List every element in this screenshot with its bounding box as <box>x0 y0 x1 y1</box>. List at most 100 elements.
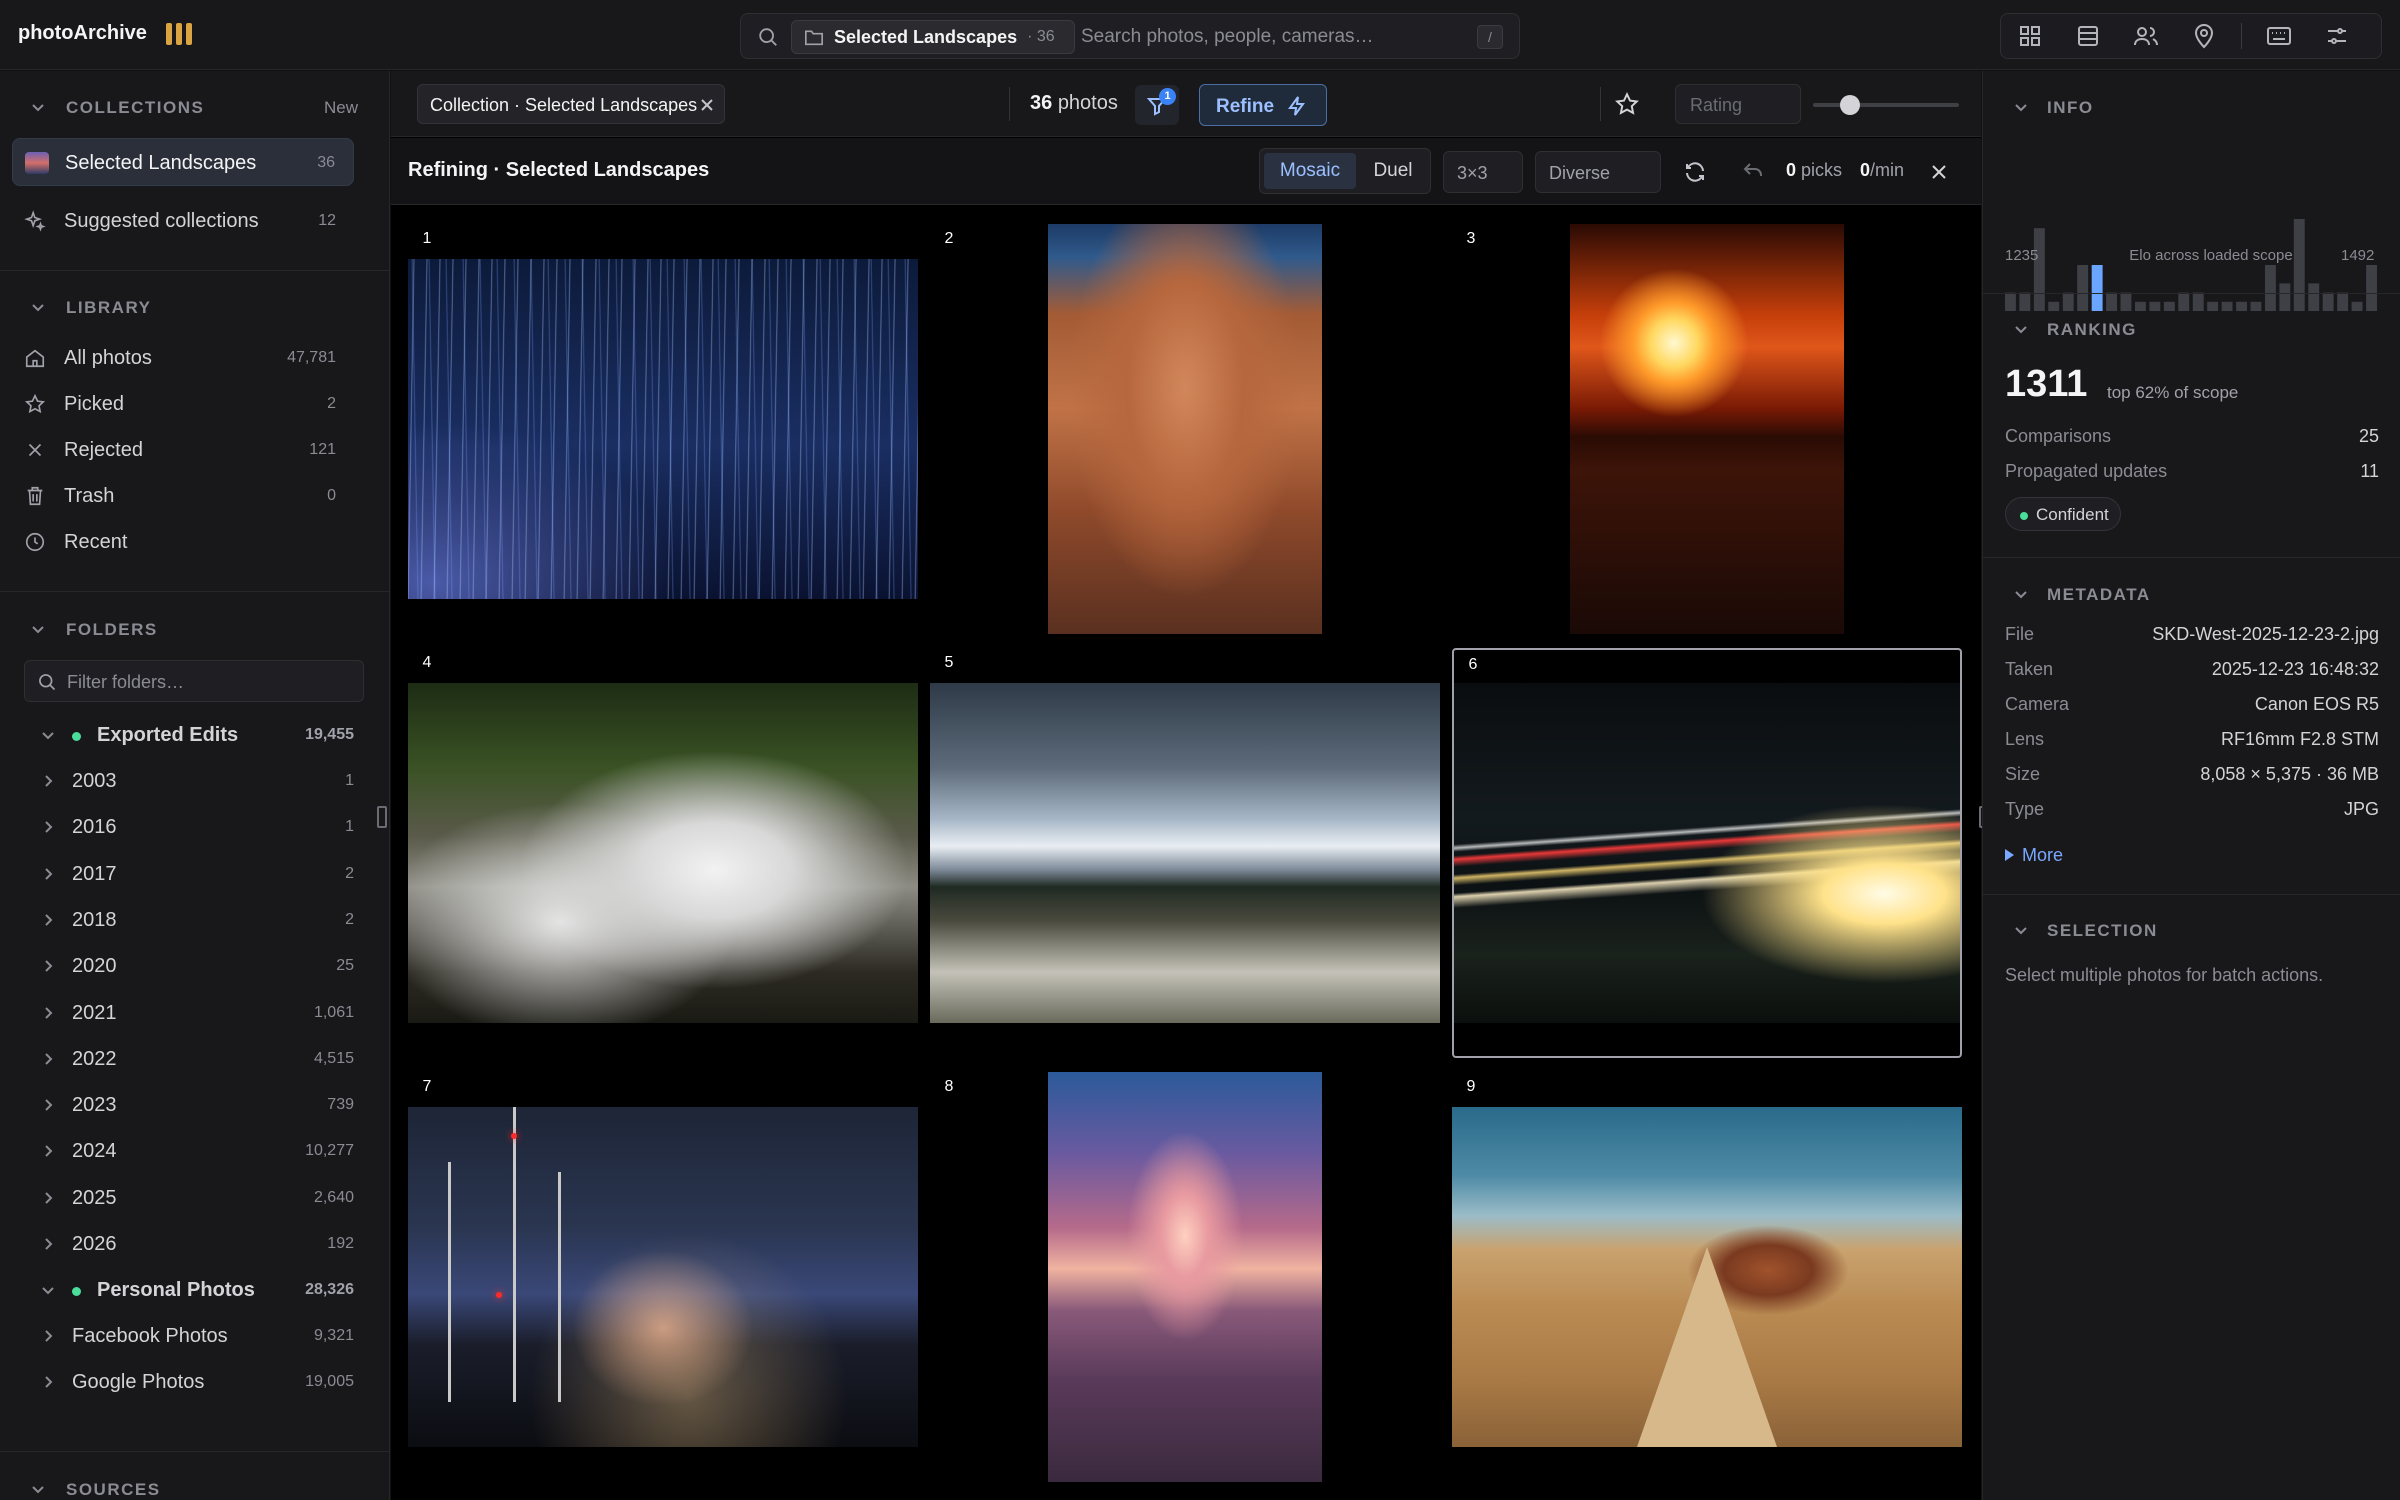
grid-size-select[interactable]: 3×3 <box>1443 151 1523 193</box>
mosaic-tile[interactable]: 4 <box>408 648 918 1058</box>
keyboard-shortcuts-button[interactable] <box>2250 14 2308 58</box>
library-item-picked[interactable]: Picked 2 <box>12 380 354 428</box>
metadata-section-header[interactable]: METADATA <box>1983 574 2400 614</box>
ranking-section-header[interactable]: RANKING <box>1983 309 2400 349</box>
photo-light-trails[interactable] <box>1454 683 1960 1023</box>
mosaic-tile-selected[interactable]: 6 <box>1452 648 1962 1058</box>
folder-group-label: Exported Edits <box>97 724 239 746</box>
folder-item[interactable]: 2017 2 <box>0 854 380 894</box>
info-section-header[interactable]: INFO <box>1983 87 2400 127</box>
photo-waterfall[interactable] <box>408 683 918 1023</box>
suggested-collections-item[interactable]: Suggested collections 12 <box>12 197 354 245</box>
folder-item[interactable]: 2003 1 <box>0 761 380 801</box>
search-input[interactable] <box>1081 20 1461 54</box>
rate-label: /min <box>1870 160 1905 180</box>
library-item-recent[interactable]: Recent <box>12 518 354 566</box>
mosaic-tile[interactable]: 8 <box>930 1072 1440 1482</box>
settings-button[interactable] <box>2308 14 2366 58</box>
folders-title: FOLDERS <box>66 620 158 639</box>
photo-radio-towers[interactable] <box>408 1107 918 1447</box>
rating-placeholder: Rating <box>1690 95 1743 115</box>
folders-section-header[interactable]: FOLDERS <box>0 609 389 649</box>
metadata-value: 8,058 × 5,375 · 36 MB <box>2200 764 2379 784</box>
collection-label: Selected Landscapes <box>65 152 257 174</box>
photo-sandstone-cliff[interactable] <box>1048 224 1322 634</box>
mode-mosaic-button[interactable]: Mosaic <box>1264 153 1356 189</box>
folder-group-exported-edits[interactable]: Exported Edits 19,455 <box>0 715 380 755</box>
chevron-right-icon <box>45 1006 53 1019</box>
histogram-bar <box>2308 283 2320 311</box>
global-search[interactable]: Selected Landscapes · 36 / <box>740 13 1520 59</box>
ranking-row: Propagated updates 11 <box>2005 457 2379 485</box>
confidence-badge: Confident <box>2005 497 2121 531</box>
collection-item-selected-landscapes[interactable]: Selected Landscapes 36 <box>12 138 354 186</box>
metadata-more-link[interactable]: More <box>2005 845 2063 866</box>
road-shape <box>1637 1247 1777 1447</box>
sidebar-resize-handle[interactable] <box>377 806 387 828</box>
folder-item[interactable]: 2026 192 <box>0 1224 380 1264</box>
folder-item[interactable]: 2018 2 <box>0 900 380 940</box>
mosaic-tile[interactable]: 7 <box>408 1072 918 1482</box>
collection-filter-chip[interactable]: Collection · Selected Landscapes <box>417 84 725 124</box>
photo-desert-road[interactable] <box>1452 1107 1962 1447</box>
filter-button[interactable]: 1 <box>1135 85 1179 125</box>
photo-star-trails[interactable] <box>408 259 918 599</box>
photo-sunset[interactable] <box>1570 224 1844 634</box>
grid-size-value: 3×3 <box>1457 163 1488 183</box>
library-label: Trash <box>64 485 115 507</box>
folder-group-personal-photos[interactable]: Personal Photos 28,326 <box>0 1270 380 1310</box>
folder-label: 2026 <box>72 1233 117 1255</box>
mosaic-tile[interactable]: 1 <box>408 224 918 634</box>
mosaic-tile[interactable]: 9 <box>1452 1072 1962 1482</box>
folder-item[interactable]: 2022 4,515 <box>0 1039 380 1079</box>
people-view-button[interactable] <box>2117 14 2175 58</box>
folder-item[interactable]: 2020 25 <box>0 946 380 986</box>
folder-item[interactable]: 2021 1,061 <box>0 993 380 1033</box>
folder-item[interactable]: 2016 1 <box>0 807 380 847</box>
mode-duel-button[interactable]: Duel <box>1358 153 1428 189</box>
folder-item[interactable]: Google Photos 19,005 <box>0 1362 380 1402</box>
folder-item[interactable]: 2024 10,277 <box>0 1131 380 1171</box>
collections-section-header[interactable]: COLLECTIONS New <box>0 87 389 127</box>
sidebar: COLLECTIONS New Selected Landscapes 36 S… <box>0 71 390 1500</box>
photo-snowy-mountains[interactable] <box>930 683 1440 1023</box>
photo-beach-sunset[interactable] <box>1048 1072 1322 1482</box>
folder-item[interactable]: Facebook Photos 9,321 <box>0 1316 380 1356</box>
mosaic-tile[interactable]: 3 <box>1452 224 1962 634</box>
table-view-button[interactable] <box>2059 14 2117 58</box>
mosaic-tile[interactable]: 2 <box>930 224 1440 634</box>
section-divider <box>0 270 389 271</box>
folder-item[interactable]: 2025 2,640 <box>0 1178 380 1218</box>
zoom-slider-knob[interactable] <box>1839 95 1860 115</box>
zoom-slider-track[interactable] <box>1813 103 1959 107</box>
library-item-rejected[interactable]: Rejected 121 <box>12 426 354 474</box>
sources-section-header[interactable]: SOURCES <box>0 1469 389 1500</box>
tile-number: 6 <box>1457 650 1489 680</box>
close-icon[interactable] <box>698 96 716 114</box>
folder-filter[interactable] <box>24 660 364 702</box>
library-item-all-photos[interactable]: All photos 47,781 <box>12 334 354 382</box>
picks-value: 0 <box>1786 160 1797 180</box>
rating-filter-input[interactable]: Rating <box>1675 84 1801 124</box>
metadata-key: Lens <box>2005 729 2045 749</box>
chevron-down-icon <box>2015 104 2027 112</box>
selection-section-header[interactable]: SELECTION <box>1983 910 2400 950</box>
new-collection-button[interactable]: New <box>324 98 358 118</box>
map-view-button[interactable] <box>2175 14 2233 58</box>
grid-view-button[interactable] <box>2001 14 2059 58</box>
close-icon[interactable] <box>1927 160 1951 184</box>
folder-item[interactable]: 2023 739 <box>0 1085 380 1125</box>
picks-label: picks <box>1801 160 1843 180</box>
star-filter-icon[interactable] <box>1614 91 1640 117</box>
mosaic-tile[interactable]: 5 <box>930 648 1440 1058</box>
refine-button[interactable]: Refine <box>1199 84 1327 126</box>
folder-filter-input[interactable] <box>67 667 347 697</box>
elo-histogram <box>2005 219 2377 311</box>
search-scope-chip[interactable]: Selected Landscapes · 36 <box>791 20 1075 54</box>
undo-icon[interactable] <box>1741 160 1765 184</box>
refresh-icon[interactable] <box>1683 160 1707 184</box>
library-section-header[interactable]: LIBRARY <box>0 287 389 327</box>
library-item-trash[interactable]: Trash 0 <box>12 472 354 520</box>
brand-logo-icon <box>166 23 192 45</box>
strategy-select[interactable]: Diverse <box>1535 151 1661 193</box>
